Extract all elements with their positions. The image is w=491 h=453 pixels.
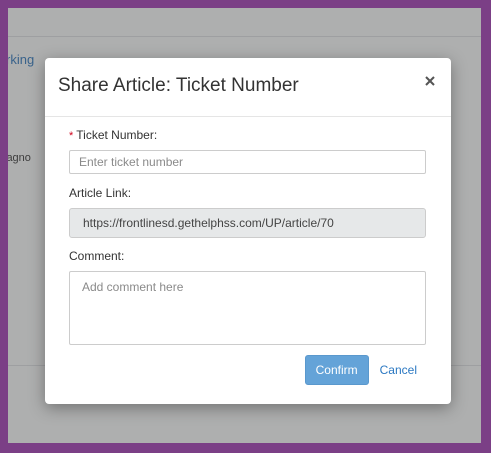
window-frame: rking iagno Share Article: Ticket Number… [0, 0, 491, 453]
cancel-button[interactable]: Cancel [380, 363, 417, 377]
comment-label: Comment: [69, 249, 125, 263]
dialog-body: *Ticket Number: Article Link: https://fr… [69, 128, 427, 345]
ticket-number-input[interactable] [69, 150, 426, 174]
dialog-actions: Confirm Cancel [304, 355, 417, 385]
article-link-label: Article Link: [69, 186, 132, 200]
ticket-number-label-text: Ticket Number: [76, 128, 158, 142]
article-link-field: https://frontlinesd.gethelphss.com/UP/ar… [69, 208, 426, 238]
dialog-header: Share Article: Ticket Number [45, 58, 451, 117]
dialog-title: Share Article: Ticket Number [58, 75, 299, 96]
comment-textarea[interactable] [69, 271, 426, 345]
share-article-dialog: Share Article: Ticket Number * Ticket Num… [45, 58, 451, 404]
close-icon[interactable] [423, 74, 437, 88]
confirm-button[interactable]: Confirm [304, 355, 369, 385]
ticket-number-label: * Ticket Number: [69, 128, 427, 142]
required-marker: * [69, 130, 74, 142]
